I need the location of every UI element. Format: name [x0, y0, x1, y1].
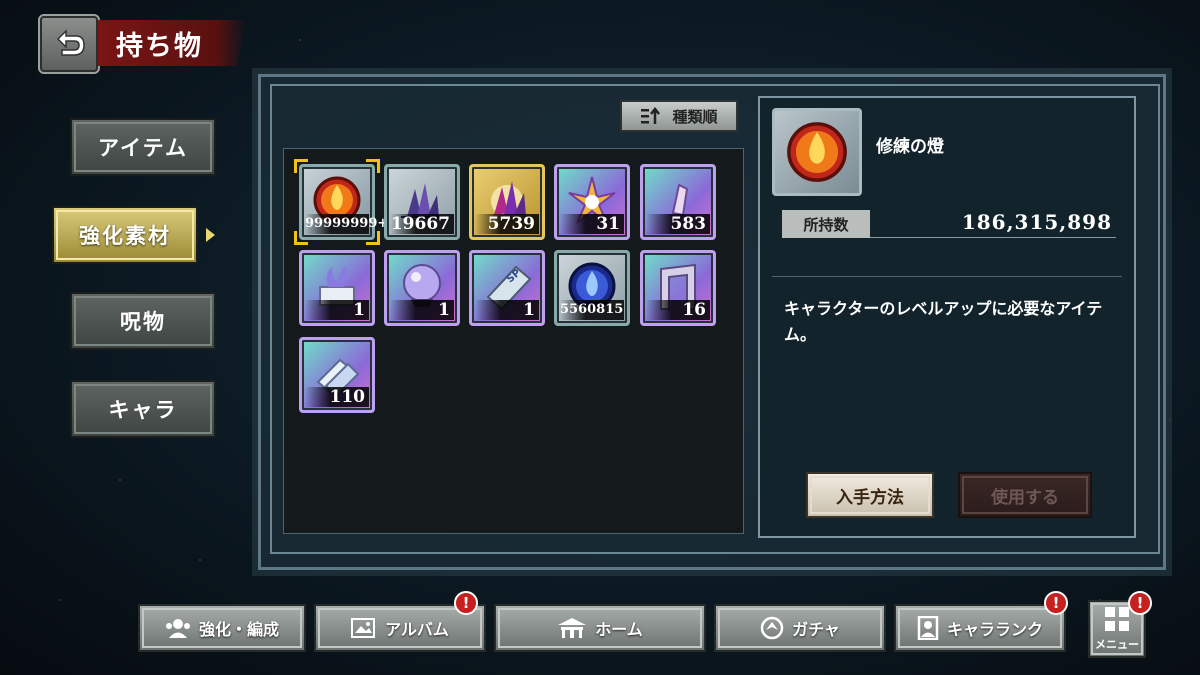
flame-orb-icon: [787, 122, 847, 182]
owned-count-label: 所持数: [782, 210, 870, 238]
album-alert-badge: !: [454, 591, 478, 615]
nav-home-label: ホーム: [595, 620, 643, 639]
nav-gacha-button[interactable]: ガチャ: [714, 604, 886, 652]
album-icon: [351, 618, 376, 638]
item-slot[interactable]: 99999999+: [299, 164, 388, 240]
sort-button[interactable]: 種類順: [620, 100, 738, 132]
item-slot[interactable]: 16: [640, 250, 716, 326]
acquire-method-button[interactable]: 入手方法: [806, 472, 934, 518]
selection-corner: [366, 159, 380, 173]
character-rank-alert-badge: !: [1044, 591, 1068, 615]
item-count: 5739: [475, 214, 539, 234]
tab-items-label: アイテム: [98, 135, 188, 160]
character-rank-icon: [917, 616, 939, 640]
item-slot[interactable]: 1: [384, 250, 460, 326]
page-title-banner: 持ち物: [98, 20, 246, 66]
selection-corner: [294, 159, 308, 173]
nav-character-rank-label: キャラランク: [946, 620, 1043, 639]
nav-enhance-label: 強化・編成: [198, 620, 279, 639]
item-count: 110: [305, 387, 369, 407]
item-count: 16: [646, 300, 710, 320]
home-icon: [558, 618, 587, 638]
selected-item-name: 修練の燈: [876, 137, 944, 157]
nav-character-rank-button[interactable]: キャラランク: [894, 604, 1066, 652]
item-count: 31: [560, 214, 624, 234]
item-description: キャラクターのレベルアップに必要なアイテム。: [784, 299, 1103, 344]
item-slot[interactable]: SP 1: [469, 250, 545, 326]
selection-corner: [294, 231, 308, 245]
tab-enhance-materials[interactable]: 強化素材: [52, 206, 198, 264]
menu-label: メニュー: [1095, 638, 1139, 651]
item-slot[interactable]: 5560815: [554, 250, 630, 326]
item-slot[interactable]: 31: [554, 164, 630, 240]
sort-label: 種類順: [672, 107, 718, 126]
page-title: 持ち物: [116, 30, 203, 62]
tab-cursed-objects-label: 呪物: [120, 309, 166, 334]
tab-enhance-materials-label: 強化素材: [79, 223, 171, 248]
menu-alert-badge: !: [1128, 591, 1152, 615]
back-button[interactable]: [38, 14, 100, 74]
item-count: 1: [390, 300, 454, 320]
tab-characters-label: キャラ: [108, 397, 178, 422]
gacha-icon: [760, 616, 784, 640]
nav-album-label: アルバム: [385, 620, 449, 639]
selection-corner: [366, 231, 380, 245]
use-item-button[interactable]: 使用する: [958, 472, 1092, 518]
back-arrow-icon: [56, 29, 85, 56]
item-count: 19667: [390, 214, 454, 234]
tab-items[interactable]: アイテム: [70, 118, 216, 176]
item-slot[interactable]: 110: [299, 337, 375, 413]
item-count: 1: [475, 300, 539, 320]
tab-characters[interactable]: キャラ: [70, 380, 216, 438]
detail-divider: [772, 276, 1122, 277]
team-icon: [165, 619, 190, 638]
nav-gacha-label: ガチャ: [792, 620, 840, 639]
sort-icon: [641, 107, 661, 124]
item-slot[interactable]: 5739: [469, 164, 545, 240]
item-count: 5560815: [560, 300, 624, 320]
menu-grid-icon: [1105, 607, 1129, 631]
tab-cursed-objects[interactable]: 呪物: [70, 292, 216, 350]
owned-count-underline: [870, 237, 1116, 238]
nav-enhance-button[interactable]: 強化・編成: [138, 604, 306, 652]
item-slot[interactable]: 1: [299, 250, 375, 326]
item-count: 1: [305, 300, 369, 320]
item-count: 99999999+: [305, 214, 388, 234]
item-slot[interactable]: 19667: [384, 164, 460, 240]
active-tab-arrow-icon: [206, 228, 215, 242]
nav-home-button[interactable]: ホーム: [494, 604, 706, 652]
selected-item-icon-frame: [772, 108, 862, 196]
item-slot[interactable]: 583: [640, 164, 716, 240]
owned-count-value: 186,315,898: [961, 210, 1112, 234]
item-count: 583: [646, 214, 710, 234]
